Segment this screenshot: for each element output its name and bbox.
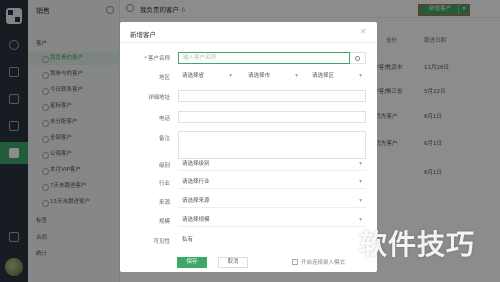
dialog-title: 新增客户: [130, 31, 156, 39]
close-icon[interactable]: ✕: [360, 27, 367, 36]
visibility-label: 可见性: [153, 239, 170, 245]
note-label: 备注: [158, 136, 170, 142]
industry-select[interactable]: 请选择行业 ▾: [178, 176, 366, 188]
watermark: 软件技巧: [359, 228, 476, 261]
name-label: *客户名称: [144, 56, 170, 62]
dialog-divider: [120, 42, 377, 43]
search-button[interactable]: [350, 52, 366, 64]
continuous-entry-label: 开启连续录入模式: [301, 260, 346, 266]
phone-label: 电话: [158, 116, 170, 122]
search-icon: [355, 56, 360, 61]
note-textarea[interactable]: [178, 131, 366, 159]
source-label: 来源: [158, 200, 170, 206]
visibility-select[interactable]: 私有: [178, 234, 366, 246]
address-label: 详细地址: [147, 95, 170, 101]
level-select[interactable]: 请选择级别 ▾: [178, 158, 366, 170]
industry-label: 行业: [158, 181, 170, 187]
district-select[interactable]: 请选择区 ▾: [308, 70, 366, 82]
cancel-button[interactable]: 取消: [218, 257, 248, 268]
customer-name-input[interactable]: 输入客户名称: [178, 52, 350, 64]
source-select[interactable]: 请选择来源 ▾: [178, 195, 366, 207]
continuous-entry-checkbox[interactable]: [292, 259, 298, 265]
save-button[interactable]: 保存: [177, 257, 207, 268]
city-select[interactable]: 请选择市 ▾: [244, 70, 302, 82]
new-customer-dialog: 新增客户 ✕ *客户名称 输入客户名称 地区 请选择省 ▾ 请选择市 ▾ 请选择区 ▾…: [120, 22, 377, 272]
scale-select[interactable]: 请选择规模 ▾: [178, 214, 366, 226]
region-label: 地区: [158, 75, 170, 81]
level-label: 级别: [158, 163, 170, 169]
scale-label: 规模: [158, 219, 170, 225]
phone-input[interactable]: [178, 111, 366, 123]
province-select[interactable]: 请选择省 ▾: [178, 70, 236, 82]
address-input[interactable]: [178, 90, 366, 102]
